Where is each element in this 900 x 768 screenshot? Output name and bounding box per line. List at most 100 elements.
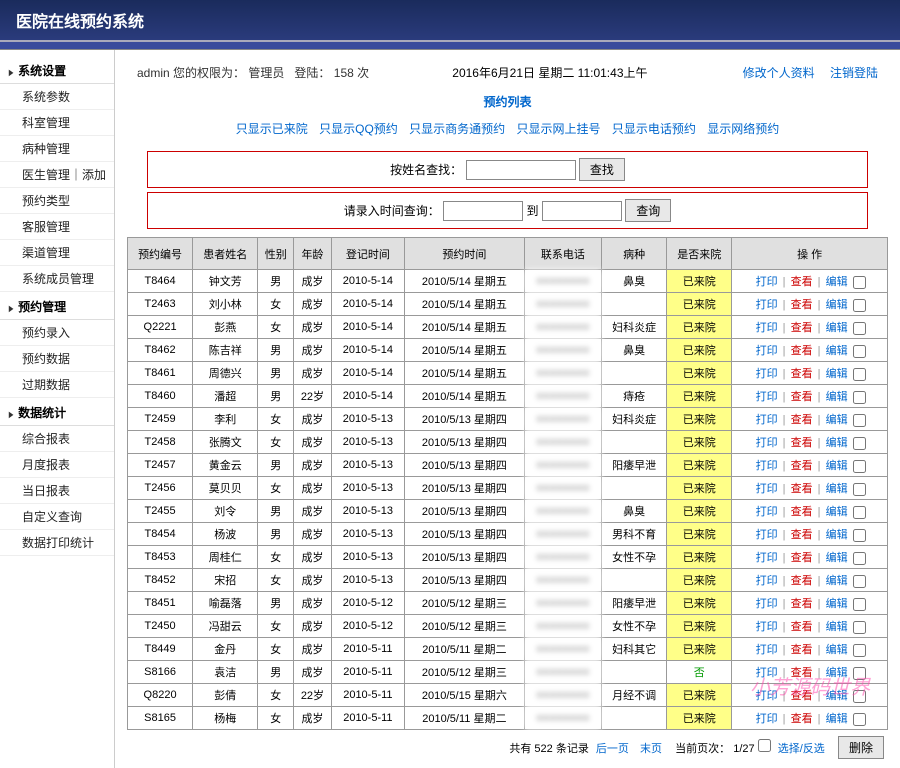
edit-link[interactable]: 编辑 (826, 529, 848, 541)
edit-link[interactable]: 编辑 (826, 575, 848, 587)
search-name-input[interactable] (466, 160, 576, 180)
print-link[interactable]: 打印 (756, 575, 778, 587)
sidebar-item[interactable]: 综合报表 (0, 426, 114, 452)
print-link[interactable]: 打印 (756, 598, 778, 610)
view-link[interactable]: 查看 (791, 345, 813, 357)
view-link[interactable]: 查看 (791, 529, 813, 541)
print-link[interactable]: 打印 (756, 368, 778, 380)
row-checkbox[interactable] (853, 713, 866, 726)
view-link[interactable]: 查看 (791, 667, 813, 679)
print-link[interactable]: 打印 (756, 276, 778, 288)
edit-link[interactable]: 编辑 (826, 598, 848, 610)
row-checkbox[interactable] (853, 529, 866, 542)
filter-link[interactable]: 显示网络预约 (707, 122, 779, 136)
time-to-input[interactable] (542, 201, 622, 221)
print-link[interactable]: 打印 (756, 713, 778, 725)
edit-link[interactable]: 编辑 (826, 621, 848, 633)
sidebar-item[interactable]: 系统参数 (0, 84, 114, 110)
filter-link[interactable]: 只显示商务通预约 (409, 122, 505, 136)
edit-link[interactable]: 编辑 (826, 644, 848, 656)
view-link[interactable]: 查看 (791, 299, 813, 311)
row-checkbox[interactable] (853, 690, 866, 703)
row-checkbox[interactable] (853, 437, 866, 450)
view-link[interactable]: 查看 (791, 598, 813, 610)
sidebar-item[interactable]: 预约录入 (0, 320, 114, 346)
view-link[interactable]: 查看 (791, 414, 813, 426)
row-checkbox[interactable] (853, 322, 866, 335)
row-checkbox[interactable] (853, 391, 866, 404)
select-toggle-link[interactable]: 选择/反选 (778, 743, 825, 755)
sidebar-item[interactable]: 月度报表 (0, 452, 114, 478)
row-checkbox[interactable] (853, 552, 866, 565)
search-time-button[interactable]: 查询 (625, 199, 671, 222)
edit-link[interactable]: 编辑 (826, 276, 848, 288)
edit-link[interactable]: 编辑 (826, 690, 848, 702)
edit-link[interactable]: 编辑 (826, 460, 848, 472)
sidebar-item[interactable]: 科室管理 (0, 110, 114, 136)
view-link[interactable]: 查看 (791, 552, 813, 564)
edit-link[interactable]: 编辑 (826, 437, 848, 449)
row-checkbox[interactable] (853, 299, 866, 312)
next-page-link[interactable]: 后一页 (596, 743, 629, 755)
print-link[interactable]: 打印 (756, 690, 778, 702)
sidebar-item[interactable]: 系统成员管理 (0, 266, 114, 292)
filter-link[interactable]: 只显示电话预约 (612, 122, 696, 136)
view-link[interactable]: 查看 (791, 437, 813, 449)
row-checkbox[interactable] (853, 644, 866, 657)
view-link[interactable]: 查看 (791, 276, 813, 288)
sidebar-heading[interactable]: 数据统计 (0, 398, 114, 426)
view-link[interactable]: 查看 (791, 713, 813, 725)
row-checkbox[interactable] (853, 575, 866, 588)
row-checkbox[interactable] (853, 621, 866, 634)
view-link[interactable]: 查看 (791, 575, 813, 587)
time-from-input[interactable] (443, 201, 523, 221)
edit-link[interactable]: 编辑 (826, 667, 848, 679)
print-link[interactable]: 打印 (756, 437, 778, 449)
view-link[interactable]: 查看 (791, 690, 813, 702)
edit-link[interactable]: 编辑 (826, 552, 848, 564)
search-name-button[interactable]: 查找 (579, 158, 625, 181)
row-checkbox[interactable] (853, 368, 866, 381)
sidebar-item[interactable]: 自定义查询 (0, 504, 114, 530)
last-page-link[interactable]: 末页 (640, 743, 662, 755)
row-checkbox[interactable] (853, 414, 866, 427)
sidebar-item[interactable]: 当日报表 (0, 478, 114, 504)
sidebar-item[interactable]: 数据打印统计 (0, 530, 114, 556)
sidebar-item[interactable]: 预约数据 (0, 346, 114, 372)
filter-link[interactable]: 只显示网上挂号 (517, 122, 601, 136)
view-link[interactable]: 查看 (791, 644, 813, 656)
sidebar-item[interactable]: 医生管理｜添加 (0, 162, 114, 188)
print-link[interactable]: 打印 (756, 414, 778, 426)
print-link[interactable]: 打印 (756, 322, 778, 334)
edit-link[interactable]: 编辑 (826, 299, 848, 311)
row-checkbox[interactable] (853, 667, 866, 680)
sidebar-item[interactable]: 客服管理 (0, 214, 114, 240)
edit-profile-link[interactable]: 修改个人资料 (743, 66, 815, 80)
print-link[interactable]: 打印 (756, 667, 778, 679)
delete-button[interactable]: 删除 (838, 736, 884, 759)
sidebar-item[interactable]: 病种管理 (0, 136, 114, 162)
view-link[interactable]: 查看 (791, 621, 813, 633)
row-checkbox[interactable] (853, 598, 866, 611)
print-link[interactable]: 打印 (756, 552, 778, 564)
edit-link[interactable]: 编辑 (826, 713, 848, 725)
edit-link[interactable]: 编辑 (826, 322, 848, 334)
sidebar-heading[interactable]: 系统设置 (0, 56, 114, 84)
row-checkbox[interactable] (853, 460, 866, 473)
edit-link[interactable]: 编辑 (826, 391, 848, 403)
print-link[interactable]: 打印 (756, 529, 778, 541)
view-link[interactable]: 查看 (791, 506, 813, 518)
edit-link[interactable]: 编辑 (826, 368, 848, 380)
view-link[interactable]: 查看 (791, 368, 813, 380)
print-link[interactable]: 打印 (756, 391, 778, 403)
view-link[interactable]: 查看 (791, 322, 813, 334)
view-link[interactable]: 查看 (791, 460, 813, 472)
edit-link[interactable]: 编辑 (826, 483, 848, 495)
edit-link[interactable]: 编辑 (826, 345, 848, 357)
row-checkbox[interactable] (853, 345, 866, 358)
print-link[interactable]: 打印 (756, 460, 778, 472)
filter-link[interactable]: 只显示已来院 (236, 122, 308, 136)
sidebar-heading[interactable]: 预约管理 (0, 292, 114, 320)
view-link[interactable]: 查看 (791, 391, 813, 403)
filter-link[interactable]: 只显示QQ预约 (319, 122, 398, 136)
